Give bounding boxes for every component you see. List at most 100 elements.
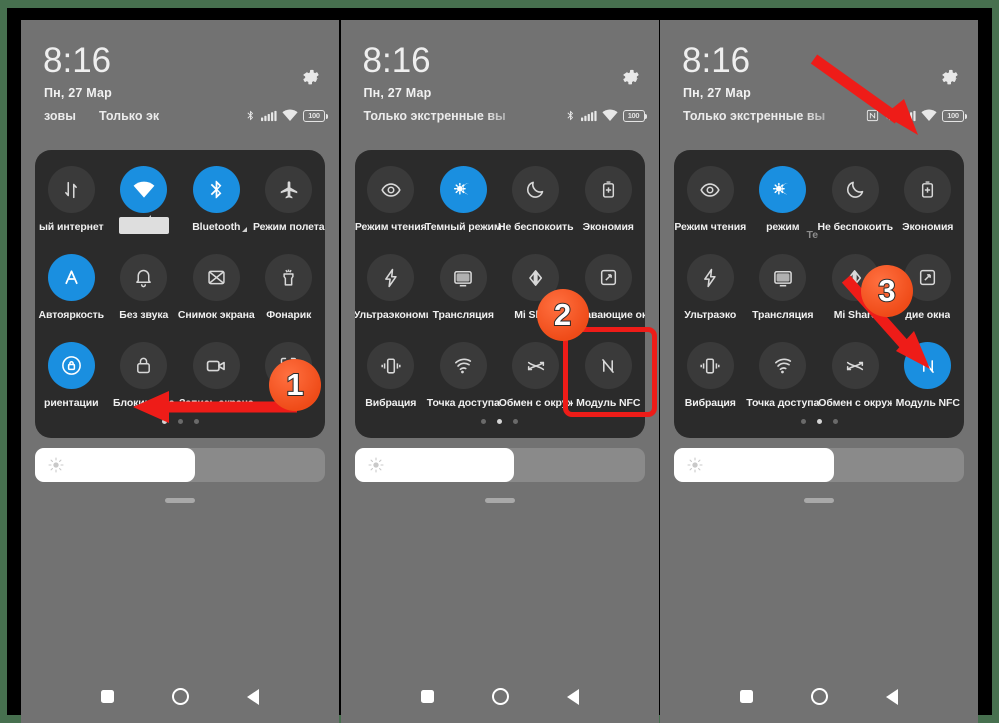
qs-tile[interactable]: Экономия — [892, 160, 965, 248]
status-date: Пн, 27 Мар — [363, 86, 432, 100]
settings-gear-icon[interactable] — [301, 68, 321, 88]
qs-tile[interactable]: Блокировка — [108, 336, 181, 424]
qs-tile[interactable]: Трансляция — [747, 248, 820, 336]
eye-icon[interactable] — [686, 166, 734, 213]
panel-drag-handle-3[interactable] — [804, 498, 834, 503]
bolt-icon[interactable] — [367, 254, 415, 301]
recents-square-icon[interactable] — [420, 690, 434, 703]
bell-icon[interactable] — [120, 254, 168, 301]
recents-square-icon[interactable] — [101, 690, 114, 703]
page-dot[interactable] — [177, 419, 183, 424]
home-circle-icon[interactable] — [172, 688, 189, 705]
qs-tile[interactable]: Автояркость — [35, 248, 108, 336]
wifi-icon[interactable] — [120, 166, 168, 213]
qs-tile-label: Вибрация — [684, 397, 736, 409]
rotation-lock-icon[interactable] — [47, 342, 95, 389]
dark-mode-icon[interactable] — [439, 166, 487, 213]
back-triangle-icon[interactable] — [247, 688, 259, 705]
recents-square-icon[interactable] — [740, 690, 753, 703]
mobile-data-icon[interactable] — [47, 166, 95, 213]
settings-gear-icon[interactable] — [621, 68, 641, 88]
vibration-icon[interactable] — [686, 342, 734, 389]
qs-tile[interactable]: режим Те — [747, 160, 820, 248]
brightness-slider-2[interactable] — [354, 448, 645, 482]
qs-tile[interactable]: Ультраэкономи — [355, 248, 428, 336]
qs-tile[interactable]: Вибрация — [674, 336, 747, 424]
cast-icon[interactable] — [439, 254, 487, 301]
qs-tile[interactable] — [108, 160, 181, 248]
home-circle-icon[interactable] — [811, 688, 828, 705]
cast-icon[interactable] — [759, 254, 807, 301]
qs-tile[interactable]: Модуль NFC — [892, 336, 965, 424]
moon-icon[interactable] — [831, 166, 879, 213]
flashlight-icon[interactable] — [265, 254, 313, 301]
tile-expand-caret-icon[interactable] — [242, 227, 248, 232]
battery-saver-icon[interactable] — [904, 166, 952, 213]
page-dot[interactable] — [816, 419, 822, 424]
qs-tile[interactable]: Не беспокоить — [498, 160, 574, 248]
qs-tile[interactable]: Режим полета — [253, 160, 326, 248]
qs-tile[interactable]: Точка доступа — [746, 336, 819, 424]
qs-tile[interactable]: Обмен с окруж — [499, 336, 573, 424]
page-dot[interactable] — [161, 419, 167, 424]
status-date: Пн, 27 Мар — [44, 86, 113, 100]
screenshot-icon[interactable] — [192, 254, 240, 301]
brightness-slider-1[interactable] — [35, 448, 325, 482]
qs-tile[interactable]: Точка доступа — [427, 336, 500, 424]
battery-saver-icon[interactable] — [584, 166, 632, 213]
moon-icon[interactable] — [512, 166, 560, 213]
auto-brightness-icon[interactable] — [47, 254, 95, 301]
qs-tile-ghost-label: Те — [806, 229, 819, 241]
home-circle-icon[interactable] — [491, 688, 509, 705]
qs-tile[interactable]: Фонарик — [253, 248, 326, 336]
floating-window-icon[interactable] — [584, 254, 632, 301]
qs-tile[interactable]: Темный режим — [425, 160, 502, 248]
nearby-share-icon[interactable] — [512, 342, 560, 389]
back-triangle-icon[interactable] — [886, 688, 898, 705]
page-dot[interactable] — [481, 419, 486, 424]
page-dot[interactable] — [800, 419, 806, 424]
qs-tile[interactable]: Без звука — [108, 248, 181, 336]
eye-icon[interactable] — [367, 166, 415, 213]
panel-drag-handle-1[interactable] — [165, 498, 195, 503]
qs-tile[interactable]: Экономия — [572, 160, 645, 248]
qs-tile[interactable]: ый интернет — [35, 160, 108, 248]
nearby-share-icon[interactable] — [831, 342, 879, 389]
back-triangle-icon[interactable] — [566, 688, 579, 705]
phone-panel-3: 8:16 Пн, 27 Мар Только экстренные вы 100… — [660, 20, 978, 723]
dark-mode-icon[interactable] — [759, 166, 807, 213]
airplane-icon[interactable] — [265, 166, 313, 213]
qs-tile[interactable]: Запись экрана — [179, 336, 254, 424]
qs-tile[interactable]: Bluetooth — [180, 160, 253, 248]
page-dot[interactable] — [832, 419, 838, 424]
hotspot-icon[interactable] — [759, 342, 807, 389]
lock-icon[interactable] — [120, 342, 168, 389]
qs-tile[interactable]: Трансляция — [427, 248, 500, 336]
qs-tile[interactable]: Режим чтения — [674, 160, 747, 248]
bluetooth-icon[interactable] — [192, 166, 240, 213]
qs-tile-label: Без звука — [119, 309, 169, 321]
screenshot-panels: 8:16 Пн, 27 Мар зовы Только эк 100 ый ин… — [7, 8, 992, 723]
qs-tile[interactable]: Режим чтения — [355, 160, 428, 248]
qs-tile[interactable]: Обмен с окруж — [818, 336, 892, 424]
page-dot[interactable] — [513, 419, 518, 424]
status-clock: 8:16 — [362, 41, 431, 80]
brightness-slider-3[interactable] — [674, 448, 964, 482]
qs-tile[interactable]: риентации — [35, 336, 108, 424]
page-dot[interactable] — [193, 419, 199, 424]
qs-tile[interactable]: Вибрация — [355, 336, 428, 424]
panel-drag-handle-2[interactable] — [484, 498, 515, 503]
hotspot-icon[interactable] — [439, 342, 487, 389]
qs-tile[interactable]: Снимок экрана — [178, 248, 255, 336]
vibration-icon[interactable] — [367, 342, 415, 389]
wifi-icon — [601, 109, 618, 122]
page-dot[interactable] — [497, 419, 502, 424]
qs-tile[interactable]: Ультраэко — [674, 248, 747, 336]
screen-record-icon[interactable] — [192, 342, 240, 389]
qs-tile[interactable]: Не беспокоить — [818, 160, 893, 248]
bluetooth-icon — [884, 108, 895, 123]
nfc-icon[interactable] — [904, 342, 952, 389]
settings-gear-icon[interactable] — [940, 68, 960, 88]
signal-icon — [900, 110, 916, 122]
bolt-icon[interactable] — [686, 254, 734, 301]
